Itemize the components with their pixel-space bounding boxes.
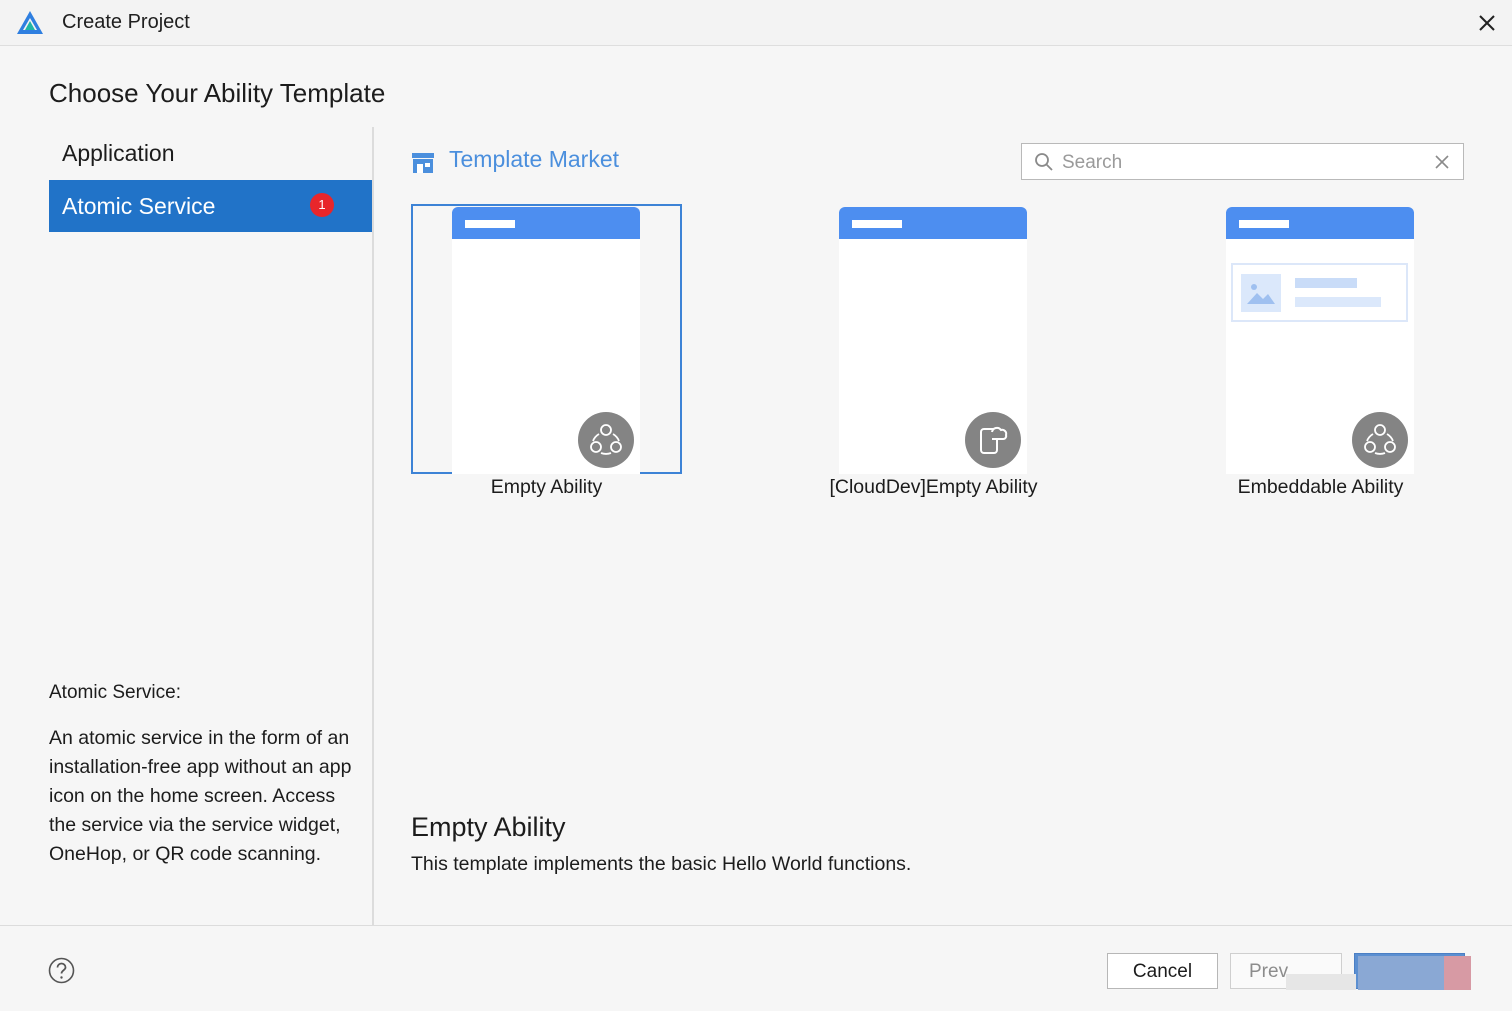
category-description-title: Atomic Service: [49,682,181,703]
template-preview [839,207,1027,474]
sidebar-divider [372,127,374,925]
template-label: [CloudDev]Empty Ability [829,476,1038,498]
window-title: Create Project [62,11,190,33]
search-icon [1035,153,1053,171]
notification-badge: 1 [310,193,334,217]
title-bar: Create Project [0,0,1512,46]
close-icon[interactable] [1474,10,1500,36]
cancel-button[interactable]: Cancel [1107,953,1218,989]
redacted-area [1358,956,1444,990]
preview-header [839,207,1027,239]
redacted-area [1286,974,1356,990]
sidebar-item-atomic-service[interactable]: Atomic Service 1 [49,180,372,232]
embedded-widget-preview [1231,263,1408,322]
help-icon[interactable] [48,957,75,984]
text-placeholder-line [1295,297,1381,307]
atomic-service-icon [578,412,634,468]
search-box [1021,143,1464,180]
image-placeholder-icon [1241,274,1281,312]
template-market-label: Template Market [449,146,620,172]
page-title: Choose Your Ability Template [49,78,386,108]
preview-header [1226,207,1414,239]
template-detail-description: This template implements the basic Hello… [411,853,912,875]
sidebar-item-label: Atomic Service [62,193,216,219]
text-placeholder-line [1295,278,1357,288]
sidebar-item-label: Application [62,140,175,166]
redacted-area [1444,956,1471,990]
search-input[interactable] [1060,146,1424,179]
category-description: An atomic service in the form of an inst… [49,727,352,865]
cloud-dev-icon [965,412,1021,468]
template-label: Embeddable Ability [1237,476,1404,498]
template-label: Empty Ability [490,476,603,498]
preview-header [452,207,640,239]
sidebar-item-application[interactable]: Application [49,127,372,179]
deveco-logo-icon [17,11,43,34]
clear-search-icon[interactable] [1432,152,1452,172]
template-preview [1226,207,1414,474]
dialog-footer: Cancel Prev [0,925,1512,1011]
atomic-service-icon [1352,412,1408,468]
template-detail-title: Empty Ability [411,812,566,842]
store-icon [412,153,434,173]
template-preview [452,207,640,474]
